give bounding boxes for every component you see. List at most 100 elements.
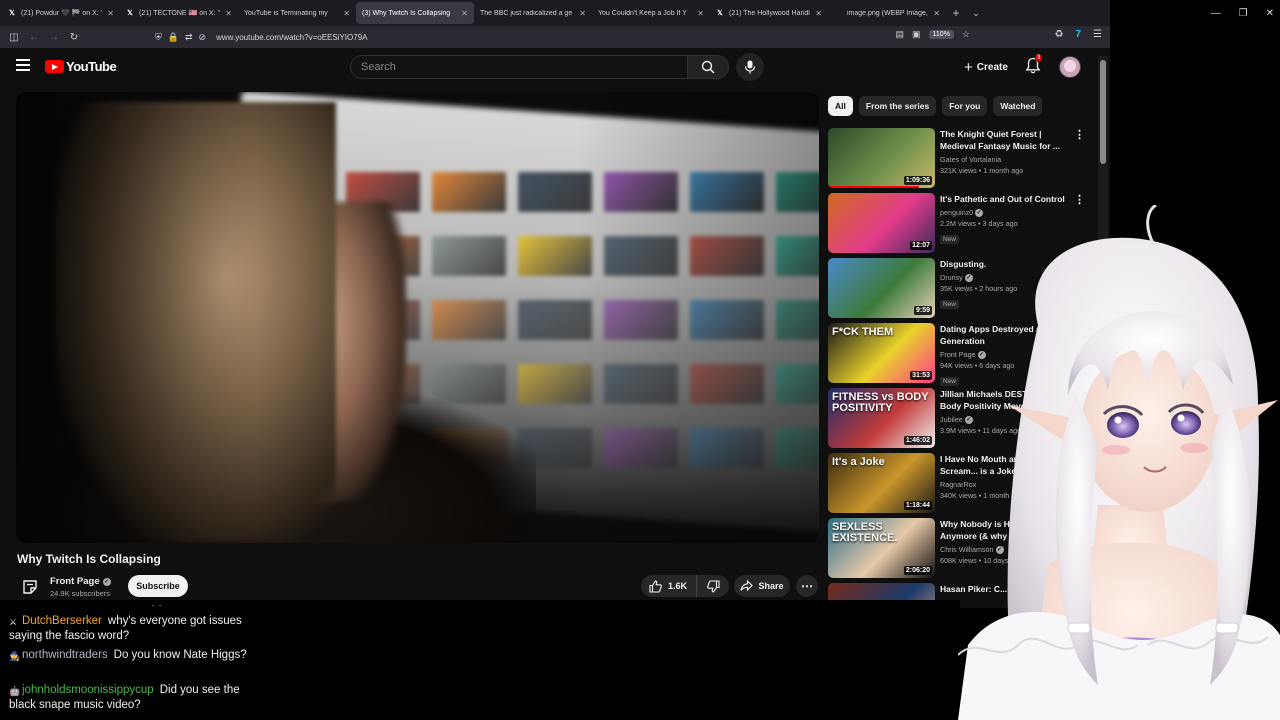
recommendation-thumbnail[interactable]: 1:09:36 [828,128,935,188]
recommendation-title[interactable]: The Knight Quiet Forest | Medieval Fanta… [940,128,1072,152]
scrollbar-thumb[interactable] [1100,60,1106,164]
wizard-icon: 🧙 [9,651,21,661]
window-controls: — ❐ ✕ [1211,0,1274,26]
lock-icon[interactable]: 🔒 [168,32,179,43]
permissions-icon[interactable]: ⇄ [185,32,193,43]
thumbnail-text: It's a Joke [832,456,885,468]
recommendation-info: The Knight Quiet Forest | Medieval Fanta… [940,128,1072,175]
hamburger-menu-icon[interactable] [16,59,30,71]
new-tab-button[interactable]: + [946,6,966,20]
more-actions-button[interactable]: ⋯ [796,575,818,597]
notifications-button[interactable]: 3 [1025,54,1043,75]
url-bar[interactable]: ⛨ 🔒 ⇄ ⊘ www.youtube.com/watch?v=oEESiYIO… [155,28,975,46]
recommendation-title[interactable]: It's Pathetic and Out of Control [940,193,1072,205]
youtube-logo[interactable]: YouTube [45,59,117,74]
recommendation-thumbnail[interactable]: 12:07 [828,193,935,253]
verified-icon: ✓ [102,577,111,586]
recommendation-thumbnail[interactable]: It's a Joke 1:18:44 [828,453,935,513]
minimize-icon[interactable]: — [1211,8,1221,19]
search-input[interactable] [361,61,687,73]
chat-username[interactable]: northwindtraders [22,649,108,661]
url-text[interactable]: www.youtube.com/watch?v=oEESiYIO79A [216,33,367,42]
close-tab-icon[interactable]: ✕ [815,9,822,18]
zoom-level[interactable]: 110% [928,30,954,39]
create-button[interactable]: + Create [958,56,1014,78]
restore-icon[interactable]: ❐ [1239,8,1248,19]
voice-search-button[interactable] [736,53,764,81]
close-tab-icon[interactable]: ✕ [933,9,940,18]
browser-tab[interactable]: 𝕏 (21) Powdur 🖤 🏁 on X: "@ ✕ [2,2,120,24]
filter-chip[interactable]: Watched [993,96,1043,116]
browser-tab-title: (3) Why Twitch Is Collapsing [362,9,451,17]
thumbs-up-icon [649,579,662,593]
bookmark-star-icon[interactable]: ☆ [962,29,970,40]
extension-7tv-icon[interactable]: 7 [1075,29,1081,40]
channel-avatar[interactable] [19,576,41,598]
subscribe-button[interactable]: Subscribe [128,575,188,597]
reader-mode-icon[interactable]: ▤ [896,29,905,40]
channel-name[interactable]: Front Page ✓ [50,576,111,587]
reload-icon[interactable]: ↻ [64,32,84,43]
close-tab-icon[interactable]: ✕ [107,9,114,18]
browser-tab[interactable]: You Couldn't Keep a Job If Y ✕ [592,2,710,24]
video-duration: 12:07 [910,241,932,250]
browser-tab[interactable]: The BBC just radicalized a ge ✕ [474,2,592,24]
thumbnail-text: FITNESS vs BODY POSITIVITY [832,391,929,414]
thumbs-down-icon [706,579,720,593]
browser-tab-title: image.png (WEBP Image, 1505 [847,9,928,17]
forward-icon[interactable]: → [44,32,64,43]
recommendation-thumbnail[interactable]: FITNESS vs BODY POSITIVITY 1:46:02 [828,388,935,448]
tab-list-dropdown[interactable]: ⌄ [966,8,986,19]
browser-tab-strip: 𝕏 (21) Powdur 🖤 🏁 on X: "@ ✕ 𝕏 (21) TECTONE … [0,0,1110,26]
share-button[interactable]: Share [734,575,790,597]
tracking-icon[interactable]: ⊘ [199,32,207,43]
filter-chip[interactable]: All [828,96,853,116]
browser-tab[interactable]: image.png (WEBP Image, 1505 ✕ [828,2,946,24]
youtube-play-icon [45,60,64,73]
close-tab-icon[interactable]: ✕ [461,9,468,18]
menu-icon[interactable]: ☰ [1093,29,1102,40]
dislike-button[interactable] [697,575,729,597]
recommendation-thumbnail[interactable]: F*CK THEM 31:53 [828,323,935,383]
browser-tab[interactable]: YouTube is Terminating my ✕ [238,2,356,24]
blank-page-icon [834,9,842,17]
browser-tab[interactable]: (3) Why Twitch Is Collapsing ✕ [356,2,474,24]
recommendation-filter-chips: All From the series For you Watched [828,96,1043,116]
shield-icon[interactable]: ⛨ [155,32,162,43]
x-icon: 𝕏 [9,10,15,17]
chat-username[interactable]: DutchBerserker [22,615,102,627]
share-icon [740,580,754,592]
video-duration: 1:09:36 [903,176,932,185]
filter-chip[interactable]: For you [942,96,988,116]
recommendation-thumbnail[interactable]: SEXLESS EXISTENCE. 2:06:20 [828,518,935,578]
picture-icon[interactable]: ▣ [912,29,921,40]
close-tab-icon[interactable]: ✕ [225,9,232,18]
close-tab-icon[interactable]: ✕ [579,9,586,18]
close-tab-icon[interactable]: ✕ [697,9,704,18]
sidebar-toggle-icon[interactable]: ◫ [4,32,24,43]
video-player[interactable] [16,92,819,543]
channel-name-text[interactable]: Gates of Vortalania [940,155,1001,164]
browser-tab[interactable]: 𝕏 (21) The Hollywood Handle ✕ [710,2,828,24]
search-button[interactable] [687,55,729,79]
new-badge: New [940,300,960,309]
like-button[interactable]: 1.6K [641,575,697,597]
filter-chip[interactable]: From the series [858,96,937,116]
toolbar-right: ♻ 7 ☰ [1055,29,1103,40]
close-window-icon[interactable]: ✕ [1266,8,1274,19]
extensions-icon[interactable]: ♻ [1055,29,1064,40]
front-page-logo-icon [23,580,37,594]
chat-username[interactable]: johnholdsmoonissippycup [22,684,154,696]
more-vertical-icon[interactable]: ⋮ [1074,130,1085,141]
recommendation-channel[interactable]: Gates of Vortalania [940,155,1072,164]
back-icon[interactable]: ← [24,32,44,43]
new-badge: New [940,235,960,244]
account-avatar[interactable] [1059,56,1081,78]
close-tab-icon[interactable]: ✕ [343,9,350,18]
recommendation-item[interactable]: 1:09:36 The Knight Quiet Forest | Medieva… [828,128,1098,188]
browser-tab[interactable]: 𝕏 (21) TECTONE 🇺🇸 on X: "I am ✕ [120,2,238,24]
sword-icon: ⚔ [9,617,18,627]
recommendation-thumbnail[interactable]: 9:59 [828,258,935,318]
video-duration: 1:46:02 [903,436,932,445]
recommendation-meta: 321K views • 1 month ago [940,166,1024,175]
